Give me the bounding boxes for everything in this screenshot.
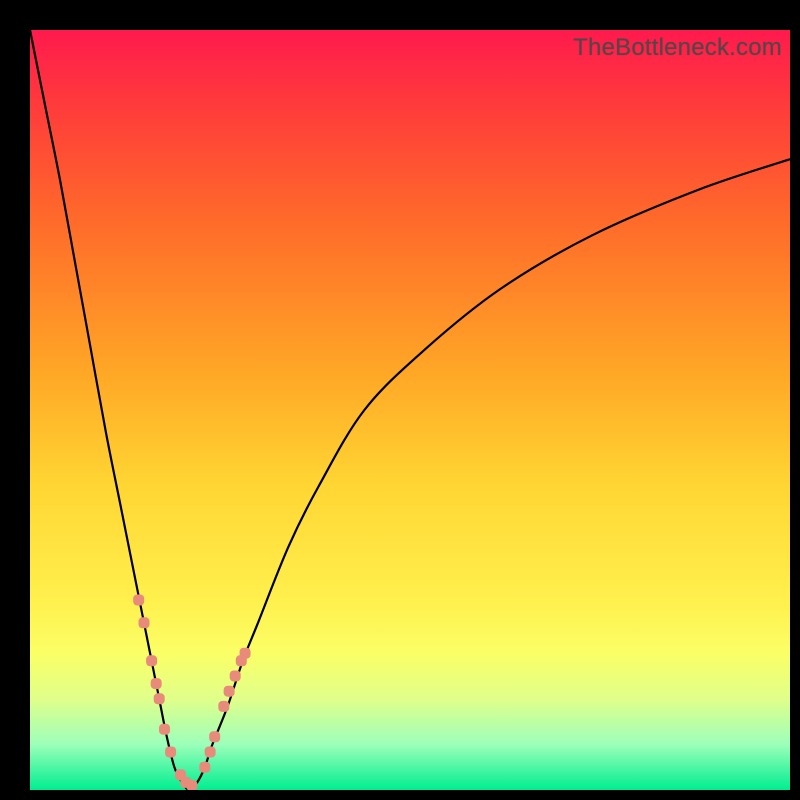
- chart-frame: TheBottleneck.com: [0, 0, 800, 800]
- curve-marker: [240, 648, 251, 659]
- curve-marker: [159, 724, 170, 735]
- curve-marker: [146, 655, 157, 666]
- curve-marker: [186, 780, 197, 790]
- curve-marker: [209, 731, 220, 742]
- curve-marker: [230, 671, 241, 682]
- curve-marker: [218, 701, 229, 712]
- curve-marker: [139, 617, 150, 628]
- curve-marker: [133, 595, 144, 606]
- curve-marker: [224, 686, 235, 697]
- curve-marker: [199, 762, 210, 773]
- marker-group: [133, 595, 250, 791]
- curve-marker: [205, 747, 216, 758]
- bottleneck-curve: [30, 30, 790, 790]
- curve-marker: [154, 693, 165, 704]
- curve-marker: [151, 678, 162, 689]
- watermark-text: TheBottleneck.com: [573, 34, 782, 62]
- curve-line: [30, 30, 790, 790]
- curve-marker: [165, 747, 176, 758]
- plot-area: TheBottleneck.com: [30, 30, 790, 790]
